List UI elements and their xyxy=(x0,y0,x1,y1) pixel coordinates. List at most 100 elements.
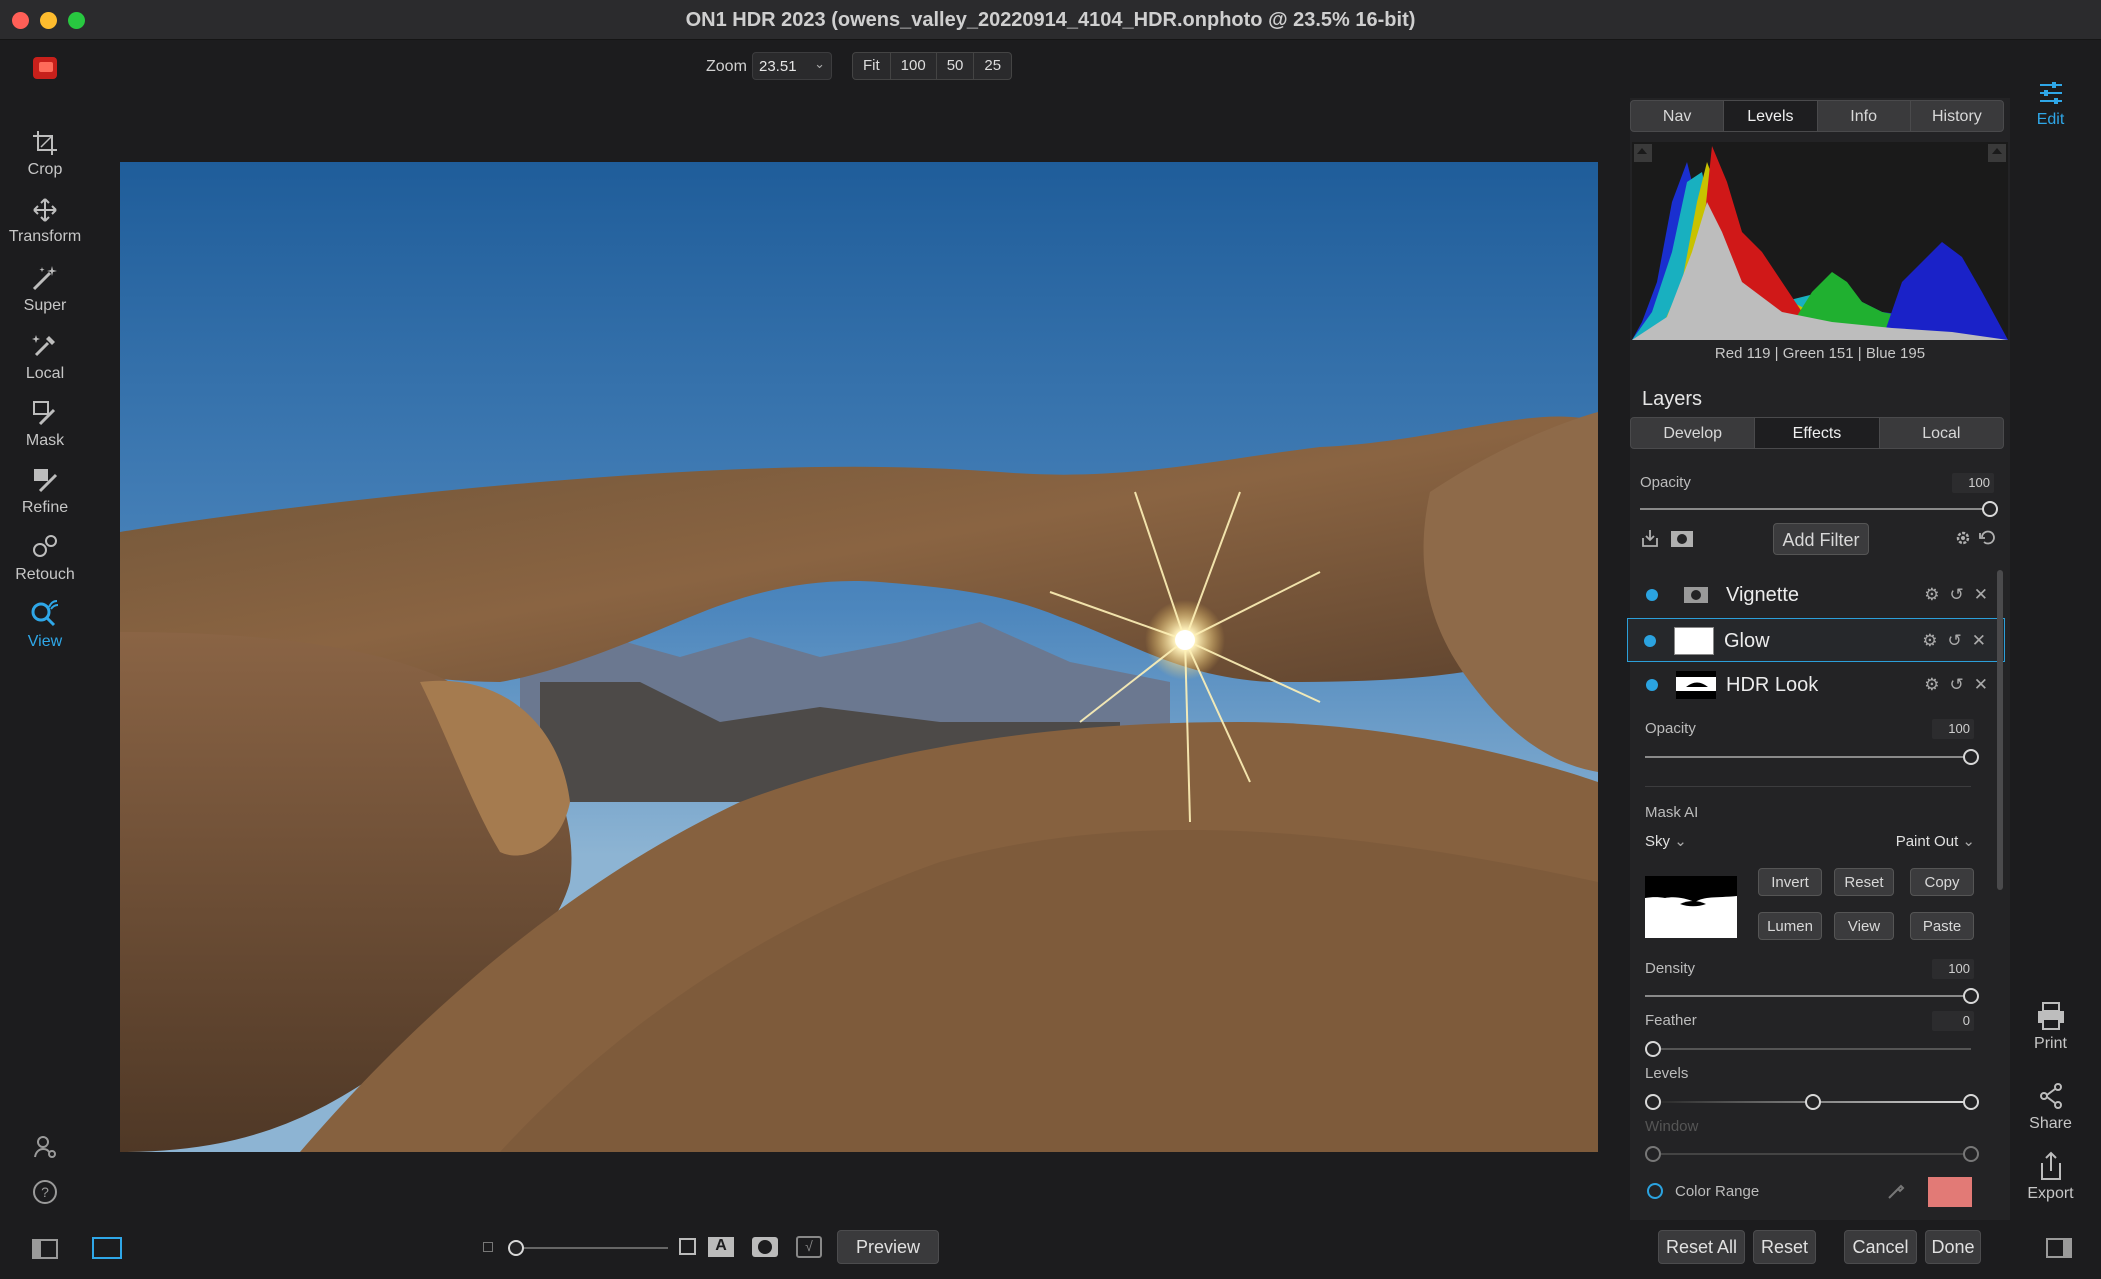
app-logo-icon[interactable] xyxy=(33,57,57,79)
eyedropper-icon[interactable] xyxy=(1886,1181,1906,1201)
thumb-size-track[interactable] xyxy=(508,1247,668,1249)
window-low-knob[interactable] xyxy=(1645,1146,1661,1162)
mask-view-button[interactable]: View xyxy=(1834,912,1894,940)
crop-icon xyxy=(33,131,57,155)
tool-retouch[interactable]: Retouch xyxy=(0,532,90,598)
levels-white-knob[interactable] xyxy=(1963,1094,1979,1110)
toggle-left-panel-icon[interactable] xyxy=(32,1239,58,1259)
tab-local[interactable]: Local xyxy=(1880,418,2003,448)
close-icon[interactable]: ✕ xyxy=(1974,585,1988,605)
gear-icon[interactable] xyxy=(1954,529,1972,547)
tab-history[interactable]: History xyxy=(1911,101,2003,131)
mask-ai-thumbnail[interactable] xyxy=(1645,876,1737,938)
window-high-knob[interactable] xyxy=(1963,1146,1979,1162)
tab-develop[interactable]: Develop xyxy=(1631,418,1756,448)
photo-canvas[interactable] xyxy=(120,162,1598,1152)
tool-refine-label: Refine xyxy=(21,499,69,516)
mask-lumen-button[interactable]: Lumen xyxy=(1758,912,1822,940)
mask-icon[interactable] xyxy=(1670,530,1694,548)
layer-opacity-knob[interactable] xyxy=(1982,501,1998,517)
tool-crop[interactable]: Crop xyxy=(0,129,90,195)
mask-copy-button[interactable]: Copy xyxy=(1910,868,1974,896)
small-thumb-icon[interactable] xyxy=(483,1242,493,1252)
toggle-right-panel-icon[interactable] xyxy=(2046,1238,2072,1258)
tool-super[interactable]: Super xyxy=(0,263,90,329)
tool-mask[interactable]: Mask xyxy=(0,398,90,464)
filter-row-vignette[interactable]: Vignette ⚙ ↺ ✕ xyxy=(1630,573,2006,617)
cancel-button[interactable]: Cancel xyxy=(1844,1230,1917,1264)
layer-opacity-track[interactable] xyxy=(1640,508,1990,510)
feather-track[interactable] xyxy=(1645,1048,1971,1050)
tab-info[interactable]: Info xyxy=(1818,101,1911,131)
feather-value[interactable]: 0 xyxy=(1932,1011,1974,1031)
levels-mid-knob[interactable] xyxy=(1805,1094,1821,1110)
filter-visibility-toggle[interactable] xyxy=(1646,679,1658,691)
tool-local-label: Local xyxy=(25,365,65,382)
window-track[interactable] xyxy=(1645,1153,1971,1155)
filter-opacity-knob[interactable] xyxy=(1963,749,1979,765)
filter-visibility-toggle[interactable] xyxy=(1644,635,1656,647)
brush-overlay-icon[interactable]: √ xyxy=(796,1236,822,1258)
large-thumb-icon[interactable] xyxy=(679,1238,696,1255)
mask-mode-select[interactable]: Paint Out ⌄ xyxy=(1896,832,1975,850)
close-icon[interactable]: ✕ xyxy=(1974,675,1988,695)
reset-icon[interactable]: ↺ xyxy=(1950,675,1964,695)
filter-row-glow[interactable]: Glow ⚙ ↺ ✕ xyxy=(1627,618,2005,662)
mask-subject-select[interactable]: Sky ⌄ xyxy=(1645,832,1687,850)
filter-visibility-toggle[interactable] xyxy=(1646,589,1658,601)
add-filter-button[interactable]: Add Filter xyxy=(1773,523,1869,555)
import-preset-icon[interactable] xyxy=(1640,528,1660,548)
reset-icon[interactable]: ↺ xyxy=(1948,631,1962,651)
divider xyxy=(1645,786,1971,787)
color-range-toggle[interactable] xyxy=(1647,1183,1663,1199)
close-icon[interactable]: ✕ xyxy=(1972,631,1986,651)
module-sidebar: Edit Print Share Export xyxy=(2000,41,2101,1279)
tab-effects[interactable]: Effects xyxy=(1755,418,1880,448)
gear-icon[interactable]: ⚙ xyxy=(1924,675,1939,695)
edit-module-button[interactable]: Edit xyxy=(2000,79,2101,129)
reset-all-button[interactable]: Reset All xyxy=(1658,1230,1745,1264)
color-range-swatch[interactable] xyxy=(1928,1177,1972,1207)
density-value[interactable]: 100 xyxy=(1932,959,1974,979)
tab-levels[interactable]: Levels xyxy=(1724,101,1818,131)
tab-nav[interactable]: Nav xyxy=(1631,101,1725,131)
reset-button[interactable]: Reset xyxy=(1753,1230,1816,1264)
feather-knob[interactable] xyxy=(1645,1041,1661,1057)
zoom-100-button[interactable]: 100 xyxy=(891,53,937,79)
mask-paste-button[interactable]: Paste xyxy=(1910,912,1974,940)
done-button[interactable]: Done xyxy=(1925,1230,1981,1264)
export-button[interactable]: Export xyxy=(2000,1151,2101,1203)
zoom-fit-button[interactable]: Fit xyxy=(853,53,891,79)
filter-row-hdr-look[interactable]: HDR Look ⚙ ↺ ✕ xyxy=(1630,663,2006,707)
gear-icon[interactable]: ⚙ xyxy=(1924,585,1939,605)
help-icon[interactable]: ? xyxy=(32,1179,58,1205)
density-knob[interactable] xyxy=(1963,988,1979,1004)
tool-local[interactable]: Local xyxy=(0,331,90,397)
print-button[interactable]: Print xyxy=(2000,1001,2101,1053)
zoom-select[interactable]: 23.51 ⌄ xyxy=(752,52,832,80)
thumb-size-knob[interactable] xyxy=(508,1240,524,1256)
tool-refine[interactable]: Refine xyxy=(0,465,90,531)
reset-icon[interactable]: ↺ xyxy=(1950,585,1964,605)
zoom-50-button[interactable]: 50 xyxy=(937,53,975,79)
levels-black-knob[interactable] xyxy=(1645,1094,1661,1110)
user-icon[interactable] xyxy=(32,1134,58,1160)
transform-icon xyxy=(33,198,57,222)
filter-opacity-value[interactable]: 100 xyxy=(1932,719,1974,739)
zoom-25-button[interactable]: 25 xyxy=(974,53,1011,79)
mask-overlay-icon[interactable] xyxy=(752,1237,778,1257)
mask-invert-button[interactable]: Invert xyxy=(1758,868,1822,896)
single-view-icon[interactable] xyxy=(92,1237,122,1259)
share-button[interactable]: Share xyxy=(2000,1081,2101,1133)
text-overlay-icon[interactable]: A xyxy=(708,1237,734,1257)
filter-opacity-track[interactable] xyxy=(1645,756,1971,758)
tool-transform[interactable]: Transform xyxy=(0,196,90,262)
gear-icon[interactable]: ⚙ xyxy=(1922,631,1937,651)
layer-opacity-value[interactable]: 100 xyxy=(1952,473,1994,493)
density-track[interactable] xyxy=(1645,995,1971,997)
mask-reset-button[interactable]: Reset xyxy=(1834,868,1894,896)
preview-button[interactable]: Preview xyxy=(837,1230,939,1264)
right-panel: Nav Levels Info History Red 119 | Green … xyxy=(1627,98,2010,1220)
tool-view[interactable]: View xyxy=(0,599,90,665)
reset-icon[interactable] xyxy=(1978,529,1996,547)
